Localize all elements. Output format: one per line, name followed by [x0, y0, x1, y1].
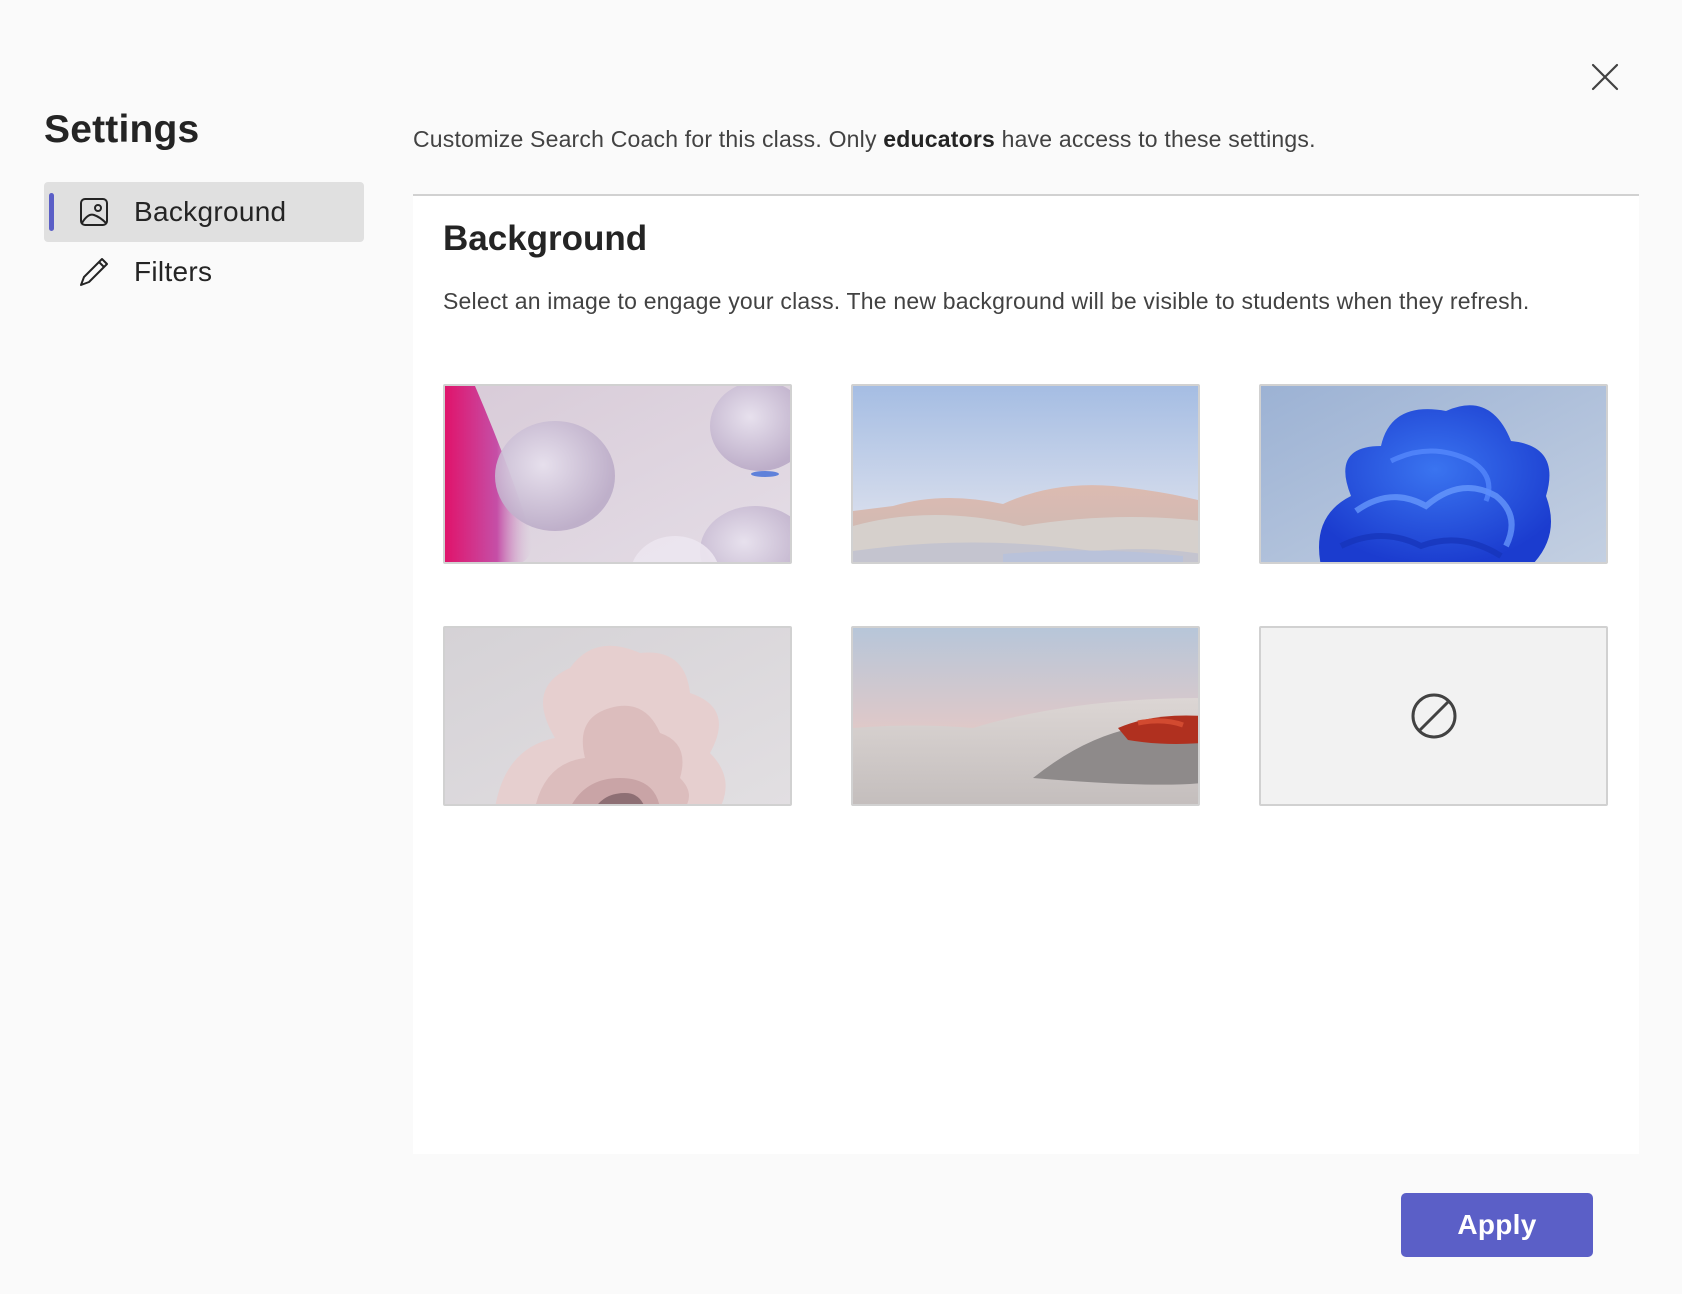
background-image [445, 628, 790, 804]
background-image [853, 386, 1198, 562]
panel-title: Background [443, 219, 648, 258]
background-option-pink-flower[interactable] [443, 626, 792, 806]
close-button[interactable] [1580, 52, 1630, 102]
intro-text-bold: educators [883, 126, 995, 152]
panel-description: Select an image to engage your class. Th… [443, 288, 1530, 314]
background-image [853, 628, 1198, 804]
sidebar-title: Settings [44, 108, 200, 151]
background-option-none[interactable] [1259, 626, 1608, 806]
sidebar-item-background[interactable]: Background [44, 182, 364, 242]
background-image [445, 386, 790, 562]
active-indicator [49, 193, 54, 231]
pen-icon [80, 258, 108, 286]
prohibited-icon [1411, 693, 1456, 739]
background-option-dune-red-rocks[interactable] [851, 626, 1200, 806]
sidebar-item-label: Filters [134, 256, 213, 287]
intro-text-part: Customize Search Coach for this class. O… [413, 126, 884, 152]
apply-button[interactable]: Apply [1401, 1193, 1593, 1257]
background-option-pink-bubbles[interactable] [443, 384, 792, 564]
intro-text-part: have access to these settings. [994, 126, 1316, 152]
close-icon [1591, 63, 1619, 91]
sidebar-item-filters[interactable]: Filters [44, 242, 364, 302]
settings-dialog: Settings Background Filters Customize Se… [0, 0, 1682, 1294]
background-image [1261, 386, 1606, 562]
background-panel: Background Select an image to engage you… [413, 194, 1639, 1154]
background-option-blue-bloom[interactable] [1259, 384, 1608, 564]
sidebar-item-label: Background [134, 196, 287, 227]
background-option-desert-dunes-sky[interactable] [851, 384, 1200, 564]
settings-sidebar: Settings Background Filters [44, 100, 364, 302]
intro-text: Customize Search Coach for this class. O… [413, 126, 1316, 153]
image-icon [80, 198, 108, 226]
